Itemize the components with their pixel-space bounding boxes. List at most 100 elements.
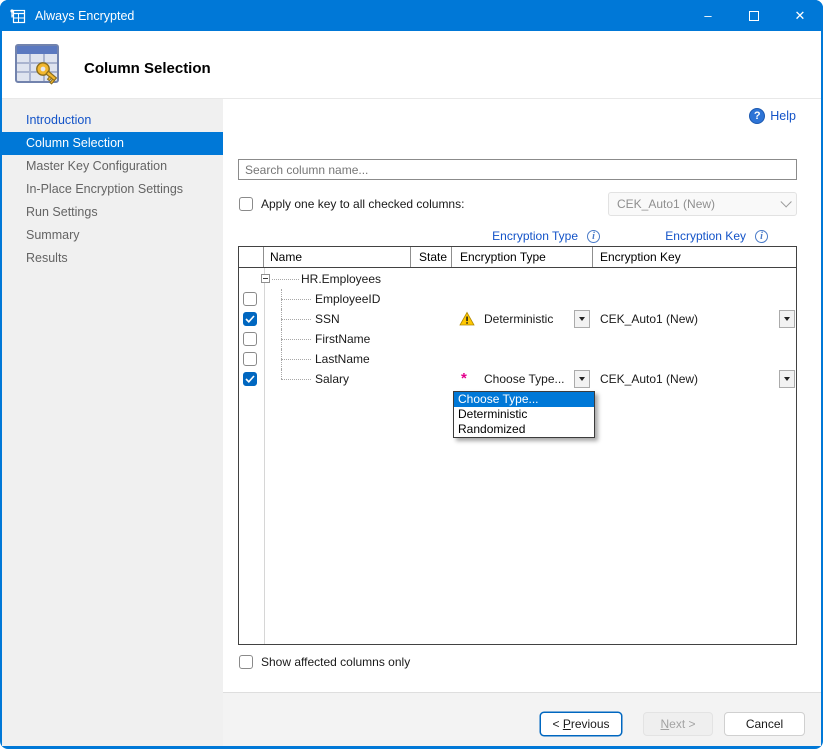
previous-button[interactable]: < Previous [540,712,622,736]
help-label: Help [770,109,796,123]
sidebar-item-master-key-configuration[interactable]: Master Key Configuration [2,155,223,178]
tree-line [281,359,311,360]
sidebar-item-column-selection[interactable]: Column Selection [2,132,223,155]
maximize-button[interactable] [731,0,777,31]
encryption-key-link-label: Encryption Key [665,229,746,243]
titlebar[interactable]: Always Encrypted – ✕ [0,0,823,31]
column-name: SSN [315,312,340,326]
column-name: LastName [315,352,370,366]
cancel-button[interactable]: Cancel [724,712,805,736]
help-icon: ? [749,108,765,124]
show-affected-checkbox[interactable] [239,655,253,669]
window-title: Always Encrypted [35,9,134,23]
row-checkbox-firstname[interactable] [243,332,257,346]
show-affected-label: Show affected columns only [261,655,410,669]
sidebar-item-run-settings[interactable]: Run Settings [2,201,223,224]
column-header-links: Encryption Type i Encryption Key i [223,229,821,244]
table-with-key-icon [13,40,61,88]
apply-one-key-row: Apply one key to all checked columns: [239,197,464,211]
show-affected-row: Show affected columns only [239,655,410,669]
sidebar-item-introduction[interactable]: Introduction [2,109,223,132]
column-selection-page: ? Help Apply one key to all checked colu… [223,99,821,746]
collapse-icon[interactable] [261,274,270,283]
minimize-button[interactable]: – [685,0,731,31]
encryption-type-dropdown-button[interactable] [574,310,590,328]
column-name: FirstName [315,332,370,346]
help-link[interactable]: ? Help [749,108,796,124]
page-title: Column Selection [84,60,211,77]
grid-header-encryption-key: Encryption Key [593,247,796,267]
dropdown-arrow-icon [784,377,790,381]
dropdown-arrow-icon [784,317,790,321]
grid-header-name: Name [264,247,411,267]
always-encrypted-window: Always Encrypted – ✕ [0,0,823,749]
row-checkbox-salary[interactable] [243,372,257,386]
sidebar-item-results[interactable]: Results [2,247,223,270]
columns-grid: Name State Encryption Type Encryption Ke… [238,246,797,645]
required-marker-icon: * [461,372,467,386]
next-button-rest: ext > [669,717,695,731]
table-row: SSN Deterministic CEK_Auto1 (New) [239,309,796,329]
grid-header-encryption-type: Encryption Type [452,247,593,267]
app-table-key-icon [9,7,27,25]
apply-one-key-checkbox[interactable] [239,197,253,211]
dropdown-option-randomized[interactable]: Randomized [454,422,594,437]
encryption-type-link-label: Encryption Type [492,229,578,243]
encryption-type-link[interactable]: Encryption Type i [492,229,600,243]
encryption-key-value: CEK_Auto1 (New) [600,372,698,386]
table-group-label: HR.Employees [301,272,381,286]
column-name: Salary [315,372,349,386]
dropdown-arrow-icon [579,317,585,321]
search-input[interactable] [238,159,797,180]
tree-line [281,339,311,340]
tree-line [281,369,282,379]
maximize-icon [749,11,759,21]
row-checkbox-employeeid[interactable] [243,292,257,306]
checkmark-icon [245,315,255,323]
grid-header-row: Name State Encryption Type Encryption Ke… [239,247,796,268]
encryption-type-dropdown-button[interactable] [574,370,590,388]
tree-line [272,279,299,280]
row-checkbox-lastname[interactable] [243,352,257,366]
grid-header-checkbox-col [239,247,264,267]
dropdown-arrow-icon [579,377,585,381]
encryption-key-value: CEK_Auto1 (New) [600,312,698,326]
column-name: EmployeeID [315,292,380,306]
encryption-type-open-dropdown: Choose Type... Deterministic Randomized [453,391,595,438]
previous-button-accel: P [563,717,571,731]
dropdown-option-deterministic[interactable]: Deterministic [454,407,594,422]
encryption-type-value: Deterministic [484,312,553,326]
next-button-accel: N [660,717,669,731]
master-cek-value: CEK_Auto1 (New) [617,197,715,211]
tree-line [281,379,311,380]
checkmark-icon [245,375,255,383]
page-header: Column Selection [2,31,821,99]
tree-line [281,319,311,320]
table-row: Salary * Choose Type... CEK_Auto1 (New) [239,369,796,389]
encryption-key-dropdown-button[interactable] [779,370,795,388]
sidebar-item-summary[interactable]: Summary [2,224,223,247]
previous-button-rest: revious [571,717,610,731]
wizard-steps-sidebar: Introduction Column Selection Master Key… [2,99,223,746]
dropdown-option-choose-type[interactable]: Choose Type... [454,392,594,407]
close-button[interactable]: ✕ [777,0,823,31]
info-icon[interactable]: i [587,230,600,243]
apply-one-key-label: Apply one key to all checked columns: [261,197,464,211]
encryption-key-link[interactable]: Encryption Key i [665,229,768,243]
dialog-footer: < Previous Next > Cancel [223,692,821,746]
dialog-body: Column Selection Introduction Column Sel… [2,31,821,746]
chevron-down-icon [780,196,791,207]
master-cek-combobox[interactable]: CEK_Auto1 (New) [608,192,797,216]
previous-button-prefix: < [552,717,562,731]
row-checkbox-ssn[interactable] [243,312,257,326]
encryption-type-value: Choose Type... [484,372,565,386]
encryption-key-dropdown-button[interactable] [779,310,795,328]
tree-line [281,299,311,300]
minimize-icon: – [704,8,711,23]
table-group-row: HR.Employees [239,269,796,289]
next-button[interactable]: Next > [643,712,713,736]
table-row: LastName [239,349,796,369]
table-row: EmployeeID [239,289,796,309]
info-icon[interactable]: i [755,230,768,243]
sidebar-item-in-place-encryption-settings[interactable]: In-Place Encryption Settings [2,178,223,201]
